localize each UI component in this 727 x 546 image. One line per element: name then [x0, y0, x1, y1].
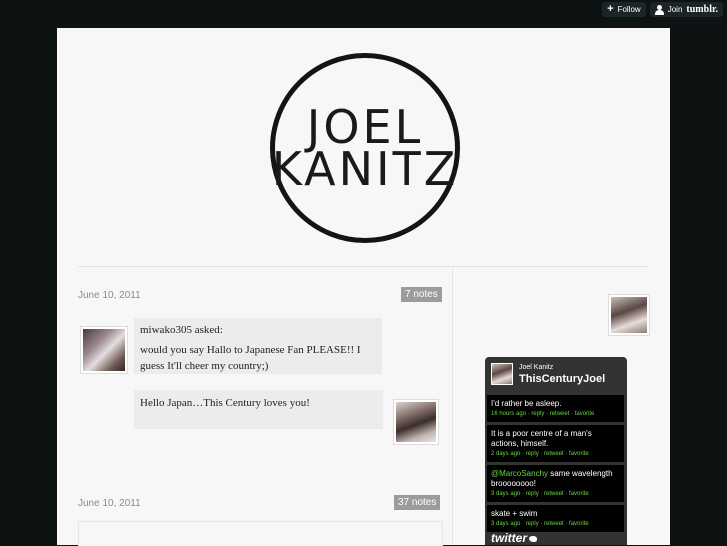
tweet: skate + swim 3 days ago · reply · retwee…: [487, 505, 624, 532]
twitter-avatar-image: [492, 364, 512, 384]
join-tumblr-button[interactable]: Join tumblr.: [649, 2, 723, 17]
tumblr-controls: + Follow Join tumblr.: [602, 2, 723, 17]
twitter-avatar[interactable]: [491, 363, 513, 385]
blog-logo[interactable]: JOEL KANITZ: [270, 53, 460, 243]
tweet-meta[interactable]: 3 days ago · reply · retweet · favorite: [491, 520, 620, 529]
twitter-bird-icon: [529, 536, 537, 542]
notes-count[interactable]: 7 notes: [401, 287, 442, 302]
sidebar-portrait[interactable]: [608, 294, 650, 336]
join-label: Join: [667, 5, 683, 14]
tweet-text: skate + swim: [491, 509, 538, 518]
asker-avatar-image: [83, 329, 125, 371]
follow-label: Follow: [617, 5, 641, 14]
tweet-meta[interactable]: 3 days ago · reply · retweet · favorite: [491, 490, 620, 499]
twitter-handle[interactable]: ThisCenturyJoel: [519, 373, 605, 385]
post-body: [78, 521, 443, 546]
twitter-widget: Joel Kanitz ThisCenturyJoel I'd rather b…: [485, 357, 627, 545]
tweet-list: I'd rather be asleep. 16 hours ago · rep…: [487, 395, 624, 535]
column-divider: [452, 266, 453, 545]
answerer-avatar-image: [396, 402, 436, 442]
tweet-text: I'd rather be asleep.: [491, 399, 562, 408]
twitter-header: Joel Kanitz ThisCenturyJoel: [485, 357, 627, 395]
twitter-logo: twitter: [491, 531, 527, 545]
tweet-text: @MarcoSanchy same wavelength broooooooo!: [491, 469, 620, 489]
plus-icon: +: [607, 3, 614, 15]
tweet-text: It is a poor centre of a man's actions, …: [491, 429, 592, 448]
follow-button[interactable]: + Follow: [602, 2, 646, 17]
twitter-name: Joel Kanitz: [519, 364, 554, 371]
tweet: I'd rather be asleep. 16 hours ago · rep…: [487, 395, 624, 422]
sidebar-portrait-image: [611, 297, 647, 333]
blog-page: JOEL KANITZ June 10, 2011 7 notes miwako…: [57, 28, 670, 546]
notes-count[interactable]: 37 notes: [394, 495, 441, 510]
header-divider: [78, 266, 648, 267]
answer-text: Hello Japan…This Century loves you!: [140, 397, 310, 409]
post-date: June 10, 2011: [78, 498, 141, 509]
tweet-mention[interactable]: @MarcoSanchy: [491, 469, 548, 478]
tumblr-wordmark: tumblr.: [686, 4, 718, 15]
tweet-meta[interactable]: 16 hours ago · reply · retweet · favorit…: [491, 410, 620, 419]
asker-label: miwako305 asked:: [140, 324, 223, 336]
twitter-footer[interactable]: twitter: [491, 529, 537, 545]
asker-avatar[interactable]: [80, 326, 128, 374]
logo-line-2: KANITZ: [271, 142, 459, 196]
person-icon: [654, 4, 664, 15]
question-bubble: miwako305 asked: would you say Hallo to …: [134, 318, 382, 374]
tweet: @MarcoSanchy same wavelength broooooooo!…: [487, 465, 624, 502]
answer-bubble: Hello Japan…This Century loves you!: [134, 390, 383, 429]
question-text: would you say Hallo to Japanese Fan PLEA…: [140, 344, 361, 372]
tweet-meta[interactable]: 2 days ago · reply · retweet · favorite: [491, 450, 620, 459]
post-date: June 10, 2011: [78, 290, 141, 301]
tweet: It is a poor centre of a man's actions, …: [487, 425, 624, 462]
answerer-avatar[interactable]: [393, 399, 439, 445]
